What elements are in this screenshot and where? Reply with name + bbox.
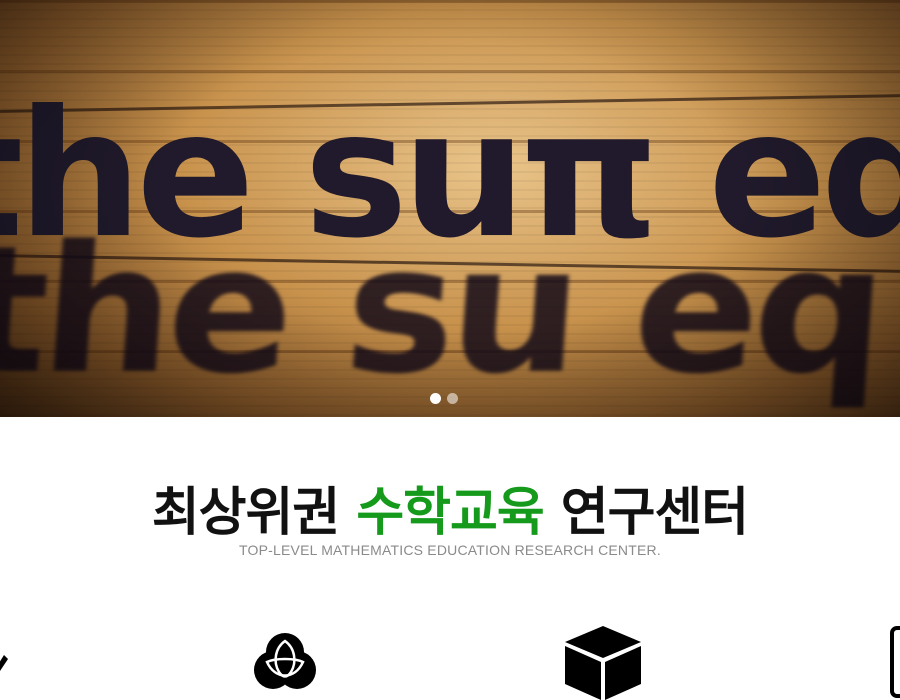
tablet-icon[interactable]: [890, 626, 900, 700]
title-accent: 수학교육: [356, 483, 544, 543]
slider-pagination: [430, 393, 458, 404]
section-subtitle: TOP-LEVEL MATHEMATICS EDUCATION RESEARCH…: [239, 542, 661, 558]
section-title: 최상위권 수학교육 연구센터: [0, 470, 900, 545]
slide-dot-2[interactable]: [447, 393, 458, 404]
trinity-circles-icon[interactable]: [253, 632, 317, 692]
hero-vignette: [0, 0, 900, 417]
cube-icon[interactable]: [563, 624, 643, 700]
hero-slider: the su eq the suπ eq: [0, 0, 900, 417]
arrow-icon[interactable]: [0, 655, 8, 685]
title-part-2: 연구센터: [543, 483, 749, 543]
slide-dot-1[interactable]: [430, 393, 441, 404]
title-part-1: 최상위권: [151, 483, 357, 543]
